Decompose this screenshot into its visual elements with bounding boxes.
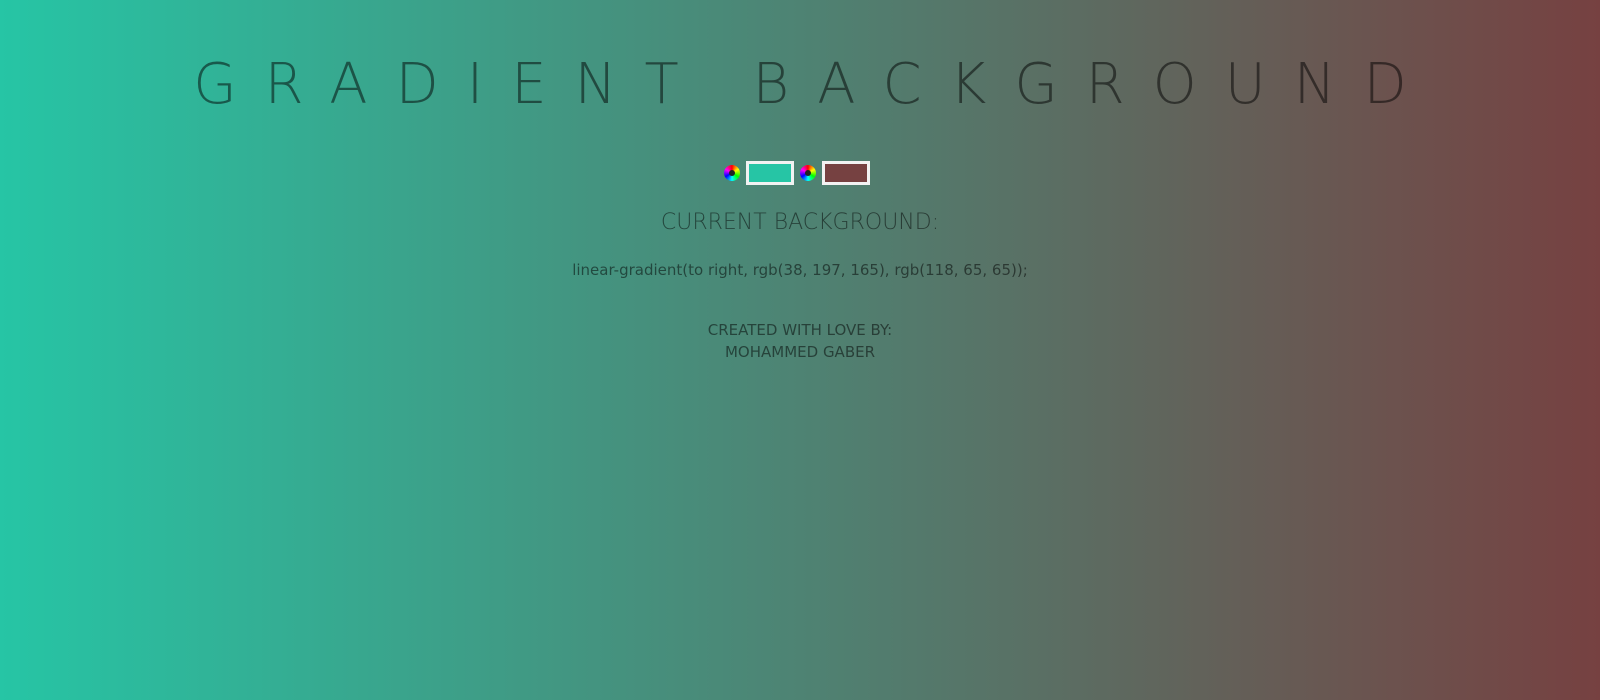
color-input-2[interactable] [822,161,870,185]
color-input-1[interactable] [746,161,794,185]
current-background-heading: CURRENT BACKGROUND: [660,210,940,235]
color-wheel-icon [724,165,740,181]
gradient-page: GRADIENT BACKGROUND CURRENT BACKGROUND: … [0,0,1600,700]
color-wheel-icon [800,165,816,181]
credit-text: CREATED WITH LOVE BY: MOHAMMED GABER [0,319,1600,363]
credit-line-1: CREATED WITH LOVE BY: [707,321,893,339]
credit-author: MOHAMMED GABER [724,343,876,361]
current-background-value: linear-gradient(to right, rgb(38, 197, 1… [572,261,1028,279]
color-pickers [0,160,1600,186]
page-title: GRADIENT BACKGROUND [193,52,1435,117]
